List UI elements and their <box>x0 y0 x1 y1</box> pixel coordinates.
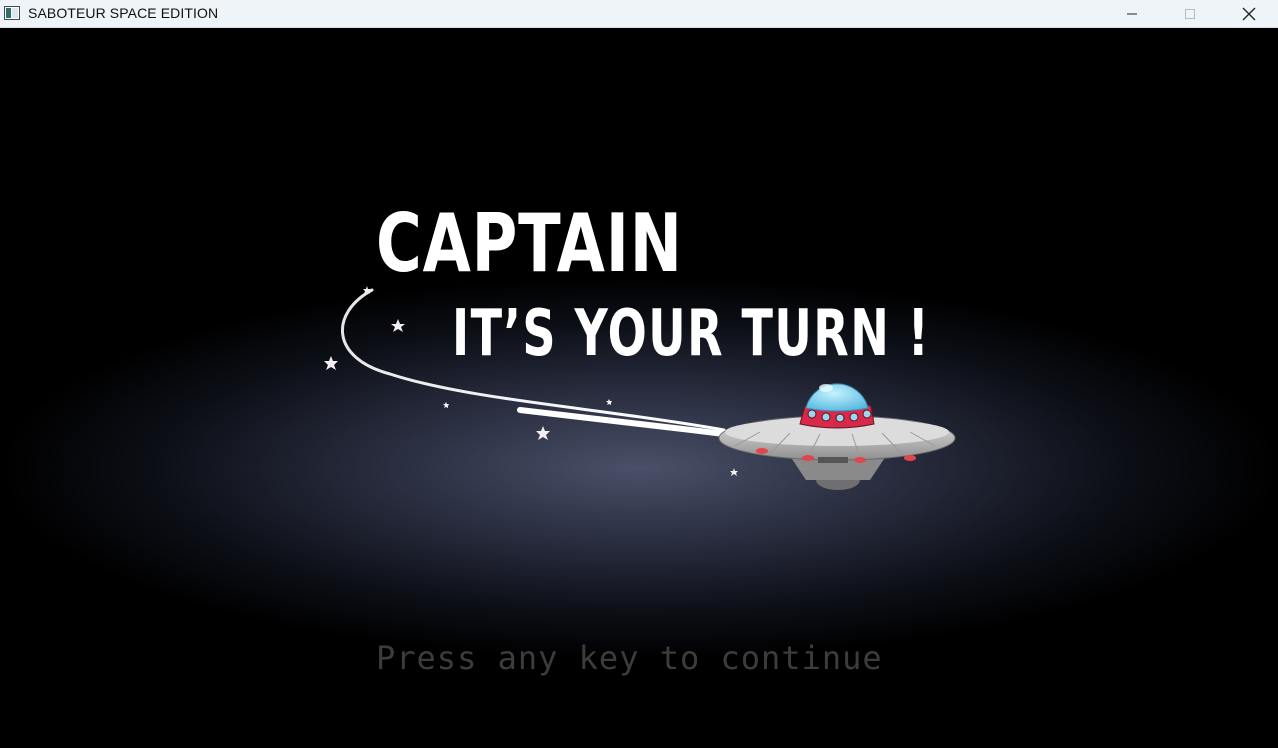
continue-prompt: Press any key to continue <box>376 639 883 677</box>
close-icon <box>1242 7 1256 21</box>
close-button[interactable] <box>1220 0 1278 28</box>
title-bar[interactable]: SABOTEUR SPACE EDITION <box>0 0 1278 28</box>
captain-heading: CAPTAIN <box>376 197 683 290</box>
your-turn-heading: IT’S YOUR TURN ! <box>452 297 931 371</box>
game-window: SABOTEUR SPACE EDITION CAPTAIN IT’S YOUR… <box>0 0 1278 748</box>
ufo-icon <box>718 383 956 490</box>
game-screen[interactable]: CAPTAIN IT’S YOUR TURN ! Press any key t… <box>0 28 1278 748</box>
window-title: SABOTEUR SPACE EDITION <box>28 5 219 21</box>
minimize-icon <box>1127 13 1137 15</box>
maximize-icon <box>1185 9 1195 19</box>
app-icon <box>4 6 20 20</box>
maximize-button[interactable] <box>1161 0 1219 28</box>
minimize-button[interactable] <box>1103 0 1161 28</box>
